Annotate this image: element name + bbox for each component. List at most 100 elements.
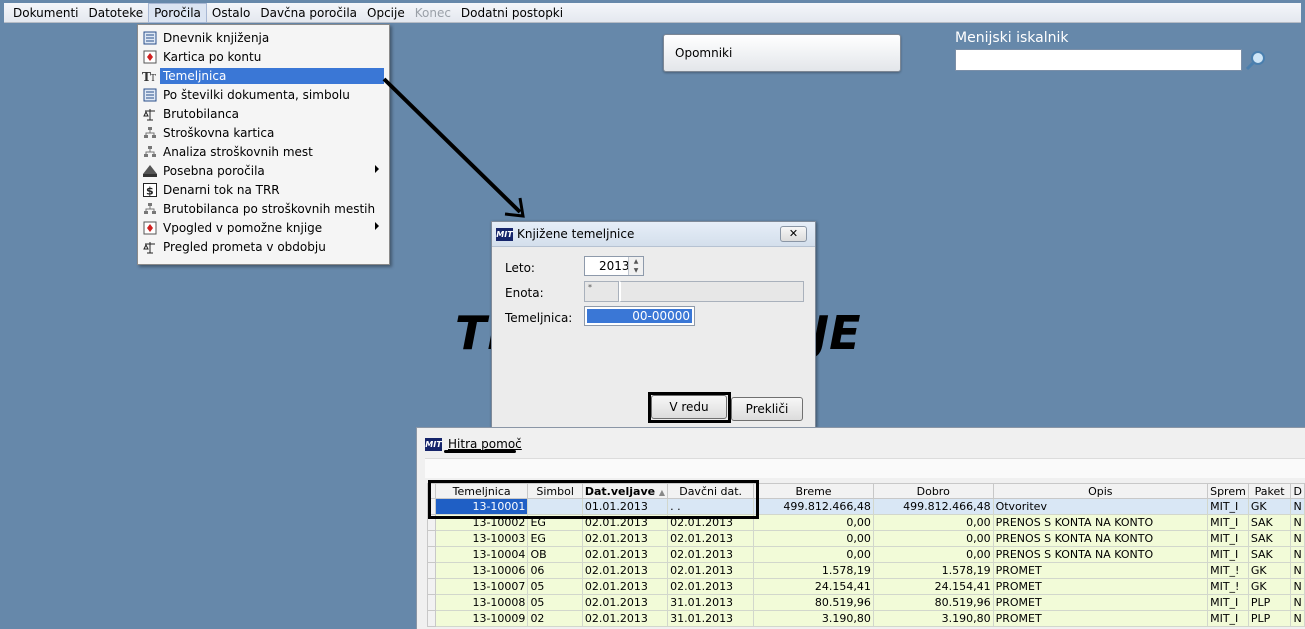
temeljnica-input[interactable]: 00-00000: [584, 306, 695, 326]
table-cell[interactable]: 0,00: [753, 530, 874, 547]
table-row[interactable]: 13-10009 02 02.01.2013 31.01.2013 3.190,80 3.…: [427, 610, 1305, 627]
table-cell[interactable]: 31.01.2013: [667, 594, 755, 611]
enota-code-field[interactable]: *: [584, 281, 619, 302]
table-cell[interactable]: PRENOS S KONTA NA KONTO: [992, 546, 1209, 563]
table-cell[interactable]: N: [1290, 530, 1305, 547]
table-cell[interactable]: 0,00: [872, 546, 994, 563]
row-header[interactable]: [427, 562, 436, 579]
table-row[interactable]: 13-10003 EG 02.01.2013 02.01.2013 0,00 0,00 PR…: [427, 530, 1305, 547]
table-cell[interactable]: PROMET: [992, 594, 1209, 611]
table-cell[interactable]: 13-10006: [434, 562, 529, 579]
table-cell[interactable]: SAK: [1247, 546, 1292, 563]
table-cell[interactable]: MIT_I: [1207, 594, 1249, 611]
table-cell[interactable]: MIT_I: [1207, 610, 1249, 627]
table-cell[interactable]: 80.519,96: [753, 594, 874, 611]
table-cell[interactable]: N: [1290, 562, 1305, 579]
table-cell[interactable]: 80.519,96: [872, 594, 994, 611]
table-row[interactable]: 13-10007 05 02.01.2013 02.01.2013 24.154,41 2…: [427, 578, 1305, 595]
table-cell[interactable]: OB: [527, 546, 583, 563]
cancel-button[interactable]: Prekliči: [731, 397, 803, 421]
leto-spinner[interactable]: 2013 ▲ ▼: [584, 256, 644, 276]
column-header[interactable]: Breme: [753, 483, 874, 499]
table-cell[interactable]: MIT_I: [1207, 498, 1249, 515]
table-cell[interactable]: 06: [527, 562, 583, 579]
dialog-titlebar: MIT Knjižene temeljnice: [492, 222, 815, 247]
table-cell[interactable]: PLP: [1247, 594, 1292, 611]
table-cell[interactable]: N: [1290, 610, 1305, 627]
table-cell[interactable]: N: [1290, 578, 1305, 595]
column-header[interactable]: Paket: [1247, 483, 1292, 499]
table-cell[interactable]: GK: [1247, 562, 1292, 579]
table-cell[interactable]: PROMET: [992, 578, 1209, 595]
table-cell[interactable]: PRENOS S KONTA NA KONTO: [992, 514, 1209, 531]
table-cell[interactable]: 24.154,41: [753, 578, 874, 595]
table-cell[interactable]: 05: [527, 578, 583, 595]
table-cell[interactable]: GK: [1247, 498, 1292, 515]
table-cell[interactable]: 02: [527, 610, 583, 627]
quick-help-title[interactable]: Hitra pomoč: [448, 437, 522, 451]
table-row[interactable]: 13-10008 05 02.01.2013 31.01.2013 80.519,96 8…: [427, 594, 1305, 611]
table-cell[interactable]: 02.01.2013: [581, 562, 669, 579]
table-cell[interactable]: 02.01.2013: [667, 530, 755, 547]
table-cell[interactable]: 13-10004: [434, 546, 529, 563]
table-cell[interactable]: 3.190,80: [872, 610, 994, 627]
row-header[interactable]: [427, 530, 436, 547]
table-cell[interactable]: N: [1290, 498, 1305, 515]
table-cell[interactable]: 0,00: [872, 514, 994, 531]
row-header[interactable]: [427, 578, 436, 595]
column-header[interactable]: D: [1290, 483, 1305, 499]
close-button[interactable]: ✕: [780, 226, 807, 242]
table-cell[interactable]: 13-10007: [434, 578, 529, 595]
spin-up-icon[interactable]: ▲: [629, 257, 643, 266]
row-header[interactable]: [427, 610, 436, 627]
row-header[interactable]: [427, 546, 436, 563]
table-row[interactable]: 13-10004 OB 02.01.2013 02.01.2013 0,00 0,00 PR…: [427, 546, 1305, 563]
table-cell[interactable]: 02.01.2013: [667, 546, 755, 563]
table-cell[interactable]: MIT_I: [1207, 514, 1249, 531]
table-cell[interactable]: 31.01.2013: [667, 610, 755, 627]
table-cell[interactable]: MIT_I: [1207, 546, 1249, 563]
table-cell[interactable]: MIT_!: [1207, 578, 1249, 595]
table-cell[interactable]: 02.01.2013: [581, 578, 669, 595]
table-cell[interactable]: 499.812.466,48: [753, 498, 874, 515]
table-cell[interactable]: 02.01.2013: [581, 594, 669, 611]
table-cell[interactable]: SAK: [1247, 514, 1292, 531]
table-cell[interactable]: 0,00: [872, 530, 994, 547]
table-cell[interactable]: 02.01.2013: [581, 610, 669, 627]
table-cell[interactable]: 499.812.466,48: [872, 498, 994, 515]
table-cell[interactable]: N: [1290, 514, 1305, 531]
table-cell[interactable]: PRENOS S KONTA NA KONTO: [992, 530, 1209, 547]
table-cell[interactable]: GK: [1247, 578, 1292, 595]
table-cell[interactable]: 02.01.2013: [581, 546, 669, 563]
table-cell[interactable]: 13-10003: [434, 530, 529, 547]
table-cell[interactable]: 3.190,80: [753, 610, 874, 627]
table-cell[interactable]: 02.01.2013: [581, 530, 669, 547]
table-cell[interactable]: 02.01.2013: [667, 578, 755, 595]
table-cell[interactable]: 05: [527, 594, 583, 611]
table-row[interactable]: 13-10006 06 02.01.2013 02.01.2013 1.578,19 1.…: [427, 562, 1305, 579]
table-cell[interactable]: 0,00: [753, 514, 874, 531]
table-cell[interactable]: MIT_I: [1207, 530, 1249, 547]
table-cell[interactable]: 1.578,19: [872, 562, 994, 579]
table-cell[interactable]: EG: [527, 530, 583, 547]
enota-name-field[interactable]: [619, 281, 804, 302]
table-cell[interactable]: MIT_!: [1207, 562, 1249, 579]
table-cell[interactable]: 1.578,19: [753, 562, 874, 579]
table-cell[interactable]: Otvoritev: [992, 498, 1209, 515]
table-cell[interactable]: 13-10009: [434, 610, 529, 627]
column-header[interactable]: Dobro: [872, 483, 994, 499]
table-cell[interactable]: 24.154,41: [872, 578, 994, 595]
column-header[interactable]: Opis: [992, 483, 1209, 499]
spin-down-icon[interactable]: ▼: [629, 266, 643, 275]
table-cell[interactable]: N: [1290, 546, 1305, 563]
row-header[interactable]: [427, 594, 436, 611]
column-header[interactable]: Sprem: [1207, 483, 1249, 499]
table-cell[interactable]: 02.01.2013: [667, 562, 755, 579]
table-cell[interactable]: PROMET: [992, 562, 1209, 579]
table-cell[interactable]: PLP: [1247, 610, 1292, 627]
table-cell[interactable]: 13-10008: [434, 594, 529, 611]
table-cell[interactable]: SAK: [1247, 530, 1292, 547]
table-cell[interactable]: 0,00: [753, 546, 874, 563]
table-cell[interactable]: N: [1290, 594, 1305, 611]
table-cell[interactable]: PROMET: [992, 610, 1209, 627]
